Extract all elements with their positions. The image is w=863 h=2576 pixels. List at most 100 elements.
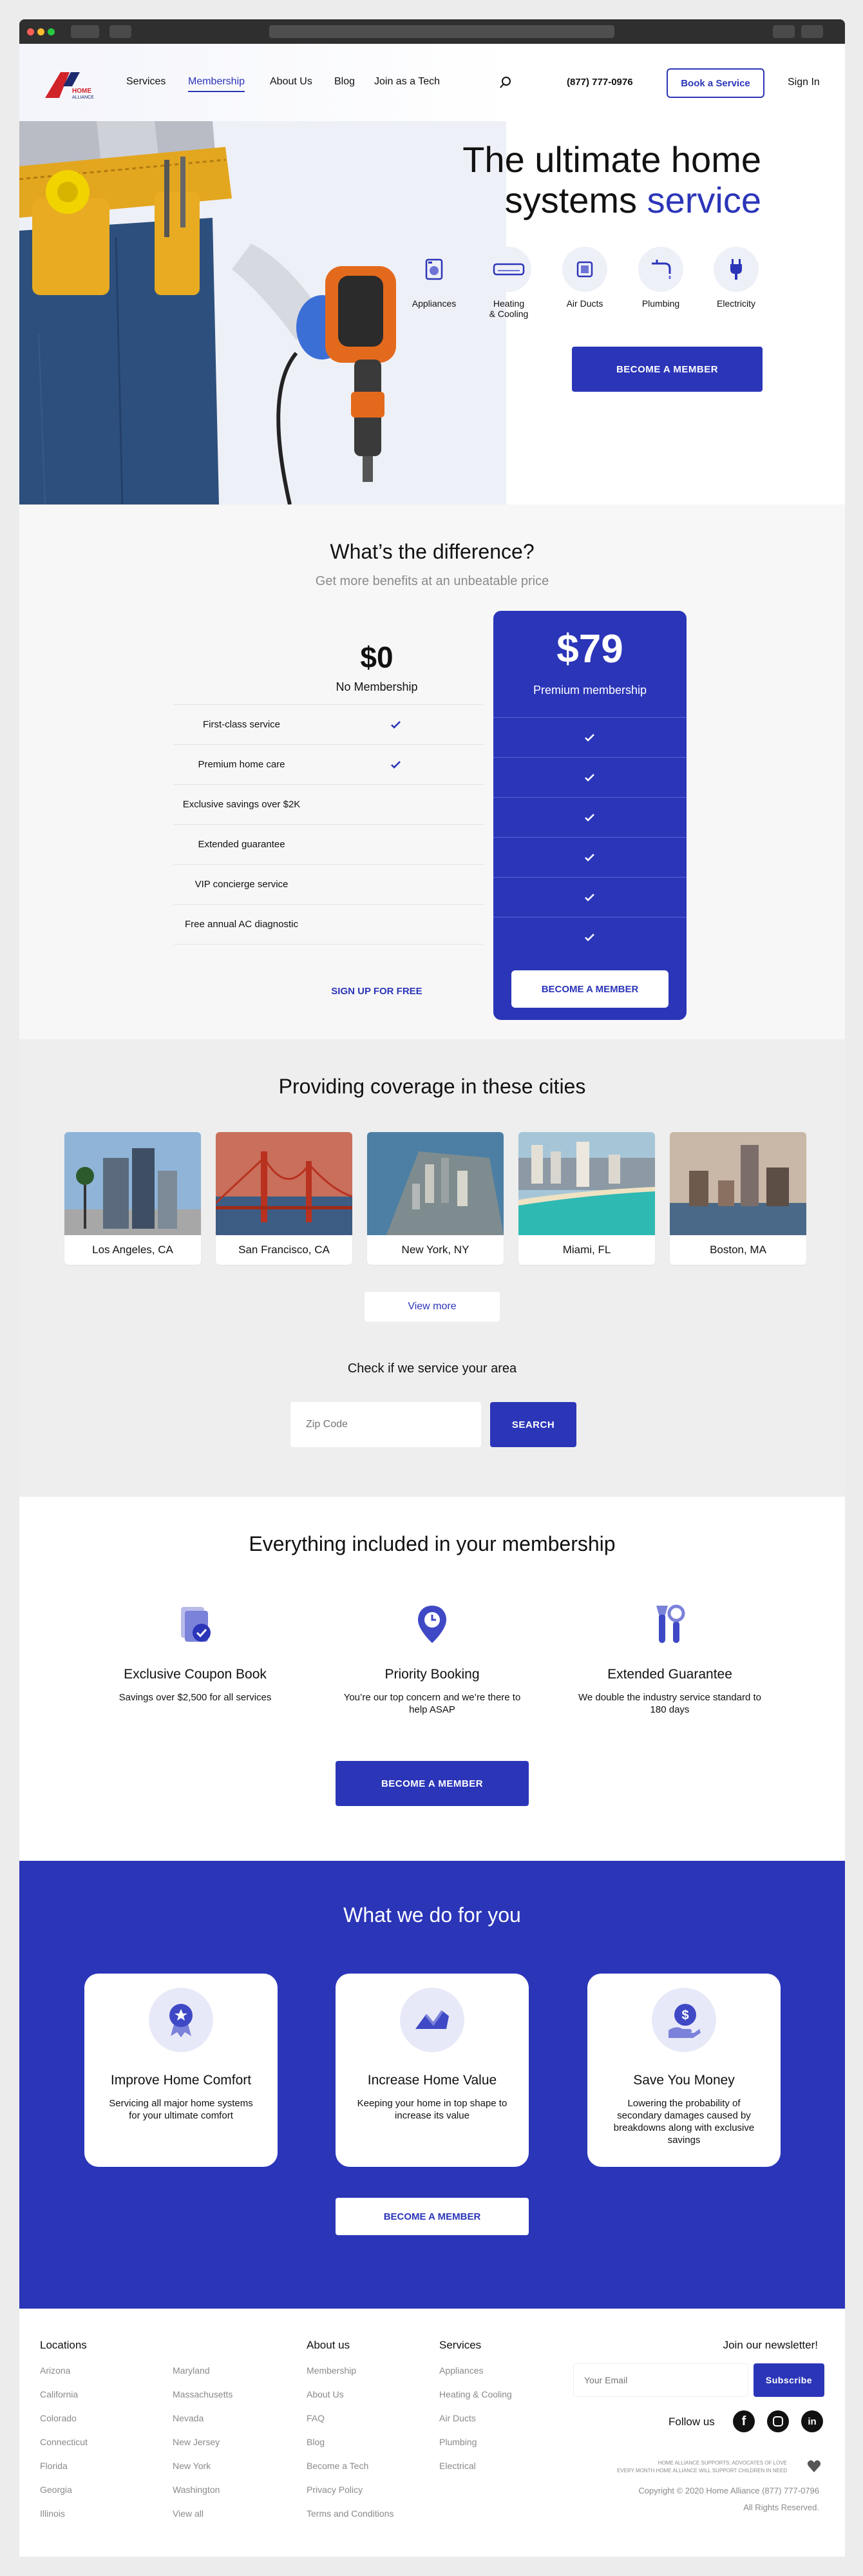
subscribe-button[interactable]: Subscribe xyxy=(754,2363,824,2397)
service-plumbing[interactable]: Plumbing xyxy=(625,247,696,309)
newsletter-email-input[interactable] xyxy=(573,2363,748,2397)
home-alliance-logo[interactable]: HOME ALLIANCE xyxy=(44,67,95,101)
premium-check-icon xyxy=(582,890,598,905)
city-card-san-francisco[interactable]: San Francisco, CA xyxy=(216,1132,352,1265)
boston-photo xyxy=(670,1132,806,1235)
phone-number[interactable]: (877) 777-0976 xyxy=(567,77,633,88)
footer-location-link[interactable]: New York xyxy=(173,2461,211,2471)
city-card-los-angeles[interactable]: Los Angeles, CA xyxy=(64,1132,201,1265)
free-check-icon xyxy=(388,717,404,733)
sign-up-free-link[interactable]: SIGN UP FOR FREE xyxy=(309,986,444,997)
footer-location-link[interactable]: View all xyxy=(173,2508,204,2519)
facebook-icon[interactable]: f xyxy=(733,2410,755,2432)
footer-location-link[interactable]: Arizona xyxy=(40,2365,70,2376)
card-title: Improve Home Comfort xyxy=(110,2073,252,2088)
back-forward-buttons[interactable] xyxy=(71,25,99,38)
web-page: The ultimate home systems service Applia… xyxy=(19,44,845,2557)
footer-location-link[interactable]: Washington xyxy=(173,2485,220,2495)
cities-section: Providing coverage in these cities Los A… xyxy=(19,1039,845,1497)
feature-label: Free annual AC diagnostic xyxy=(185,919,298,930)
premium-feature-row xyxy=(493,917,687,957)
feature-label: Extended guarantee xyxy=(198,839,285,850)
what-we-do-section: What we do for you Improve Home Comfort … xyxy=(19,1861,845,2309)
comparison-subtitle: Get more benefits at an unbeatable price xyxy=(315,574,549,588)
card-save-money: $ Save You Money Lowering the probabilit… xyxy=(587,1974,781,2167)
logo-text-home: HOME xyxy=(72,88,91,95)
service-label: Air Ducts xyxy=(566,298,603,309)
footer-service-link[interactable]: Air Ducts xyxy=(439,2413,476,2423)
los-angeles-photo xyxy=(64,1132,201,1235)
service-appliances[interactable]: Appliances xyxy=(399,247,469,309)
footer-location-link[interactable]: Illinois xyxy=(40,2508,65,2519)
footer-location-link[interactable]: Maryland xyxy=(173,2365,210,2376)
sidebar-toggle-icon[interactable] xyxy=(109,25,131,38)
faucet-icon xyxy=(638,247,683,292)
service-electricity[interactable]: Electricity xyxy=(701,247,772,309)
feature-label: VIP concierge service xyxy=(194,879,289,890)
service-heating-cooling[interactable]: Heating & Cooling xyxy=(473,247,544,319)
footer-location-link[interactable]: Colorado xyxy=(40,2413,77,2423)
share-icon[interactable] xyxy=(773,25,795,38)
search-zip-button[interactable]: SEARCH xyxy=(490,1402,576,1447)
what-we-do-become-member-button[interactable]: BECOME A MEMBER xyxy=(336,2198,529,2235)
footer-location-link[interactable]: Massachusetts xyxy=(173,2389,232,2399)
feature-label: Exclusive savings over $2K xyxy=(182,799,301,810)
footer-location-link[interactable]: Florida xyxy=(40,2461,68,2471)
service-air-ducts[interactable]: Air Ducts xyxy=(549,247,620,309)
address-bar[interactable] xyxy=(269,25,614,38)
linkedin-icon[interactable]: in xyxy=(801,2410,823,2432)
instagram-icon[interactable] xyxy=(767,2410,789,2432)
nav-blog[interactable]: Blog xyxy=(334,76,355,88)
footer-location-link[interactable]: New Jersey xyxy=(173,2437,220,2447)
award-ribbon-icon xyxy=(149,1988,213,2052)
footer-service-link[interactable]: Electrical xyxy=(439,2461,476,2471)
priority-pin-icon xyxy=(336,1599,529,1650)
city-card-boston[interactable]: Boston, MA xyxy=(670,1132,806,1265)
maximize-window-icon[interactable] xyxy=(48,28,55,35)
included-item-desc: Savings over $2,500 for all services xyxy=(119,1692,272,1703)
footer-service-link[interactable]: Heating & Cooling xyxy=(439,2389,512,2399)
premium-price: $79 xyxy=(556,627,623,671)
view-more-cities-button[interactable]: View more xyxy=(365,1292,500,1322)
footer-location-link[interactable]: Georgia xyxy=(40,2485,72,2495)
city-label: Boston, MA xyxy=(710,1244,766,1256)
minimize-window-icon[interactable] xyxy=(37,28,44,35)
footer-about-link[interactable]: About Us xyxy=(307,2389,344,2399)
footer-location-link[interactable]: California xyxy=(40,2389,78,2399)
nav-about-us[interactable]: About Us xyxy=(270,76,312,88)
footer-about-link[interactable]: Become a Tech xyxy=(307,2461,368,2471)
footer-about-link[interactable]: FAQ xyxy=(307,2413,325,2423)
card-desc: Servicing all major home systems for you… xyxy=(109,2098,253,2121)
close-window-icon[interactable] xyxy=(27,28,34,35)
footer-location-link[interactable]: Connecticut xyxy=(40,2437,88,2447)
footer-service-link[interactable]: Plumbing xyxy=(439,2437,477,2447)
footer-location-link[interactable]: Nevada xyxy=(173,2413,204,2423)
hero-become-member-button[interactable]: BECOME A MEMBER xyxy=(572,347,763,392)
included-coupon-book: Exclusive Coupon Book Savings over $2,50… xyxy=(99,1599,292,1704)
included-title: Everything included in your membership xyxy=(249,1532,616,1555)
feature-row: First-class service xyxy=(174,704,483,744)
nav-join-as-tech[interactable]: Join as a Tech xyxy=(374,76,440,88)
zip-code-input[interactable] xyxy=(290,1402,481,1447)
premium-check-icon xyxy=(582,850,598,865)
footer-about-link[interactable]: Privacy Policy xyxy=(307,2485,363,2495)
sign-in-link[interactable]: Sign In xyxy=(788,77,820,88)
premium-become-member-button[interactable]: BECOME A MEMBER xyxy=(511,970,669,1008)
city-card-new-york[interactable]: New York, NY xyxy=(367,1132,504,1265)
feature-list-divider xyxy=(174,944,483,945)
city-card-miami[interactable]: Miami, FL xyxy=(518,1132,655,1265)
footer-about-link[interactable]: Blog xyxy=(307,2437,325,2447)
search-icon[interactable] xyxy=(499,76,512,89)
card-increase-value: Increase Home Value Keeping your home in… xyxy=(336,1974,529,2167)
premium-feature-row xyxy=(493,877,687,917)
premium-check-icon xyxy=(582,730,598,745)
included-become-member-button[interactable]: BECOME A MEMBER xyxy=(336,1761,529,1806)
footer-about-link[interactable]: Terms and Conditions xyxy=(307,2508,394,2519)
book-service-button[interactable]: Book a Service xyxy=(667,68,764,98)
site-footer: Locations Arizona California Colorado Conne… xyxy=(19,2309,845,2557)
footer-service-link[interactable]: Appliances xyxy=(439,2365,484,2376)
footer-about-link[interactable]: Membership xyxy=(307,2365,356,2376)
nav-membership[interactable]: Membership xyxy=(188,76,245,92)
nav-services[interactable]: Services xyxy=(126,76,166,88)
tabs-icon[interactable] xyxy=(801,25,823,38)
